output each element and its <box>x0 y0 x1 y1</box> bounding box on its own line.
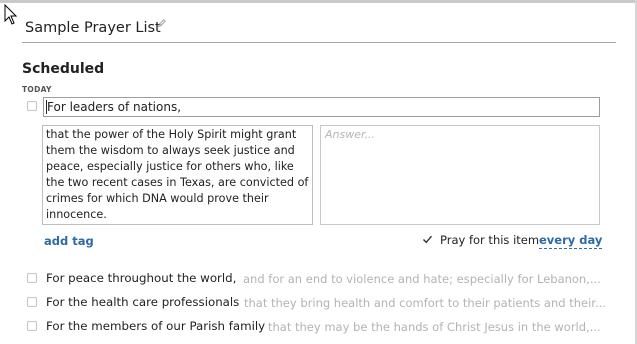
window-top-border <box>0 0 637 3</box>
item-checkbox[interactable] <box>27 297 37 307</box>
list-item-detail[interactable]: that they bring health and comfort to th… <box>244 296 606 310</box>
list-item-detail[interactable]: and for an end to violence and hate; esp… <box>243 272 601 286</box>
check-icon <box>422 235 433 244</box>
add-tag-link[interactable]: add tag <box>44 234 94 248</box>
answer-field[interactable]: Answer... <box>320 125 600 225</box>
list-item-detail[interactable]: that they may be the hands of Christ Jes… <box>268 320 601 334</box>
item-checkbox[interactable] <box>27 273 37 283</box>
day-label: TODAY <box>22 85 52 94</box>
active-item-checkbox[interactable] <box>27 101 37 111</box>
pray-label: Pray for this item <box>440 233 540 247</box>
title-divider <box>22 42 616 43</box>
active-item-details[interactable]: that the power of the Holy Spirit might … <box>42 125 313 225</box>
list-item-title[interactable]: For the members of our Parish family <box>46 319 265 333</box>
section-heading: Scheduled <box>22 61 105 77</box>
pencil-icon[interactable] <box>157 18 167 28</box>
list-title: Sample Prayer List <box>25 20 161 36</box>
mouse-cursor-icon <box>4 4 18 25</box>
active-item-title-input[interactable] <box>43 97 600 117</box>
text-caret <box>46 100 47 114</box>
pray-frequency-dropdown[interactable]: every day <box>539 233 603 249</box>
item-checkbox[interactable] <box>27 321 37 331</box>
list-item-title[interactable]: For peace throughout the world, <box>46 271 236 285</box>
list-item-title[interactable]: For the health care professionals <box>46 295 239 309</box>
pray-checkbox[interactable] <box>421 234 434 247</box>
